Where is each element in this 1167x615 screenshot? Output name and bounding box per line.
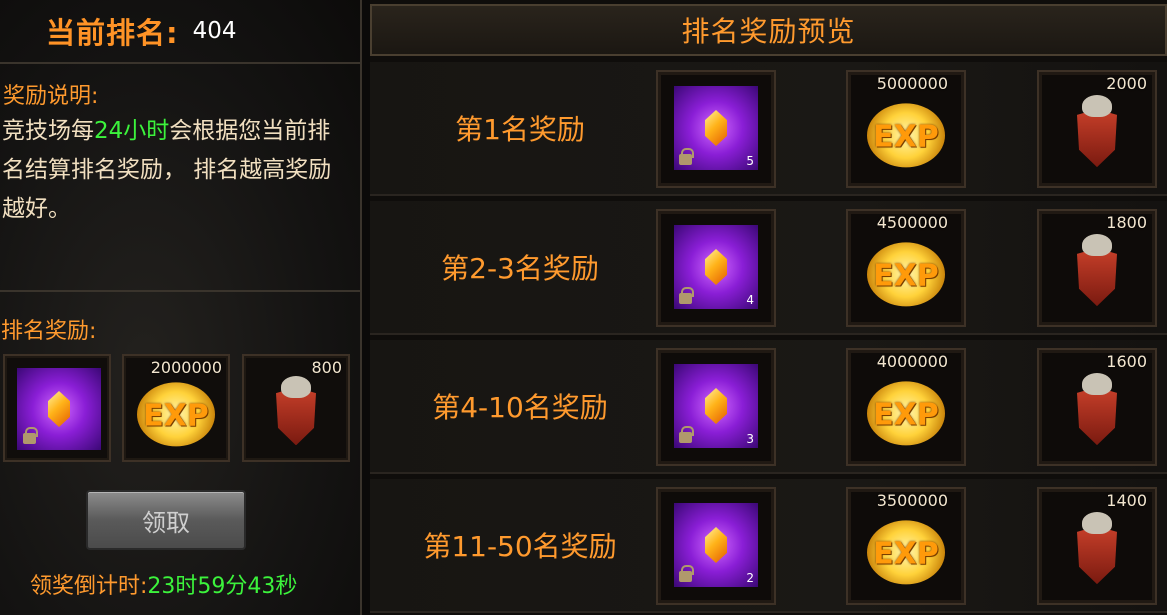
honor-badge-icon — [1077, 387, 1117, 446]
lock-icon — [679, 148, 694, 165]
description-text-prefix: 竞技场每 — [2, 118, 94, 144]
exp-icon: EXP — [137, 382, 215, 447]
honor-badge-icon — [1077, 526, 1117, 585]
claim-button[interactable]: 领取 — [86, 490, 246, 550]
honor-amount: 1400 — [1106, 491, 1147, 510]
honor-badge-icon — [1077, 109, 1117, 168]
tier-honor-slot[interactable]: 2000 — [1037, 70, 1157, 188]
exp-amount: 4000000 — [876, 352, 948, 371]
tier-label: 第4-10名奖励 — [432, 391, 608, 424]
exp-amount: 4500000 — [876, 213, 948, 232]
exp-icon: EXP — [867, 103, 945, 168]
rank-reward-title: 排名奖励: — [1, 319, 97, 344]
left-panel: 当前排名: 404 奖励说明: 竞技场每24小时会根据您当前排名结算排名奖励， … — [0, 0, 362, 615]
purple-gem-icon: 5 — [674, 86, 758, 170]
tier-gem-slot[interactable]: 3 — [656, 348, 776, 466]
reward-description: 奖励说明: 竞技场每24小时会根据您当前排名结算排名奖励， 排名越高奖励越好。 — [0, 62, 362, 292]
countdown-label: 领奖倒计时: — [30, 574, 148, 599]
tier-row: 第4-10名奖励 3 EXP 4000000 1600 — [370, 340, 1167, 474]
tier-row: 第1名奖励 5 EXP 5000000 2000 — [370, 62, 1167, 196]
gem-crystal — [705, 249, 727, 285]
current-rank-value: 404 — [192, 18, 237, 44]
preview-title: 排名奖励预览 — [681, 15, 856, 48]
skull-emblem-icon — [1082, 512, 1112, 535]
skull-emblem-icon — [1082, 95, 1112, 118]
gem-count: 4 — [746, 293, 754, 307]
tier-honor-slot[interactable]: 1400 — [1037, 487, 1157, 605]
skull-emblem-icon — [1082, 373, 1112, 396]
gem-count: 5 — [746, 154, 754, 168]
lock-icon — [679, 287, 694, 304]
current-rank-label: 当前排名: — [46, 16, 179, 50]
reward-slot-exp[interactable]: EXP 2000000 — [122, 354, 230, 462]
tier-gem-slot[interactable]: 5 — [656, 70, 776, 188]
description-text: 竞技场每24小时会根据您当前排名结算排名奖励， 排名越高奖励越好。 — [2, 112, 352, 229]
gem-crystal — [705, 388, 727, 424]
description-highlight: 24小时 — [94, 118, 170, 144]
current-rank: 当前排名: 404 — [0, 6, 362, 56]
exp-icon: EXP — [867, 381, 945, 446]
tier-label: 第1名奖励 — [455, 113, 585, 146]
honor-amount: 800 — [311, 358, 342, 377]
claim-countdown: 领奖倒计时: 23时59分43秒 — [30, 568, 297, 600]
tier-exp-slot[interactable]: EXP 4500000 — [846, 209, 966, 327]
preview-header: 排名奖励预览 — [370, 4, 1167, 56]
description-title: 奖励说明: — [3, 84, 99, 109]
exp-icon: EXP — [867, 520, 945, 585]
purple-gem-icon: 4 — [674, 225, 758, 309]
honor-badge-icon — [1077, 248, 1117, 307]
reward-slot-gem[interactable] — [3, 354, 111, 462]
honor-amount: 1800 — [1106, 213, 1147, 232]
gem-count: 3 — [746, 432, 754, 446]
tier-row: 第11-50名奖励 2 EXP 3500000 1400 — [370, 479, 1167, 613]
tier-exp-slot[interactable]: EXP 5000000 — [846, 70, 966, 188]
purple-gem-icon — [17, 368, 101, 450]
exp-icon: EXP — [867, 242, 945, 307]
lock-icon — [23, 427, 38, 444]
gem-crystal — [705, 110, 727, 146]
tier-gem-slot[interactable]: 4 — [656, 209, 776, 327]
gem-crystal — [48, 391, 70, 427]
honor-amount: 1600 — [1106, 352, 1147, 371]
purple-gem-icon: 3 — [674, 364, 758, 448]
tier-honor-slot[interactable]: 1800 — [1037, 209, 1157, 327]
gem-crystal — [705, 527, 727, 563]
tier-label: 第2-3名奖励 — [441, 252, 599, 285]
skull-emblem-icon — [281, 376, 311, 399]
lock-icon — [679, 565, 694, 582]
purple-gem-icon: 2 — [674, 503, 758, 587]
tier-honor-slot[interactable]: 1600 — [1037, 348, 1157, 466]
countdown-value: 23时59分43秒 — [147, 574, 298, 599]
exp-amount: 2000000 — [150, 358, 222, 377]
reward-slot-honor[interactable]: 800 — [242, 354, 350, 462]
tier-exp-slot[interactable]: EXP 4000000 — [846, 348, 966, 466]
tier-label: 第11-50名奖励 — [423, 530, 617, 563]
tier-exp-slot[interactable]: EXP 3500000 — [846, 487, 966, 605]
skull-emblem-icon — [1082, 234, 1112, 257]
exp-amount: 3500000 — [876, 491, 948, 510]
tier-gem-slot[interactable]: 2 — [656, 487, 776, 605]
lock-icon — [679, 426, 694, 443]
gem-count: 2 — [746, 571, 754, 585]
tier-row: 第2-3名奖励 4 EXP 4500000 1800 — [370, 201, 1167, 335]
honor-amount: 2000 — [1106, 74, 1147, 93]
exp-amount: 5000000 — [876, 74, 948, 93]
reward-preview-panel: 排名奖励预览 第1名奖励 5 EXP 5000000 2000 第2-3名奖励 — [370, 0, 1167, 615]
